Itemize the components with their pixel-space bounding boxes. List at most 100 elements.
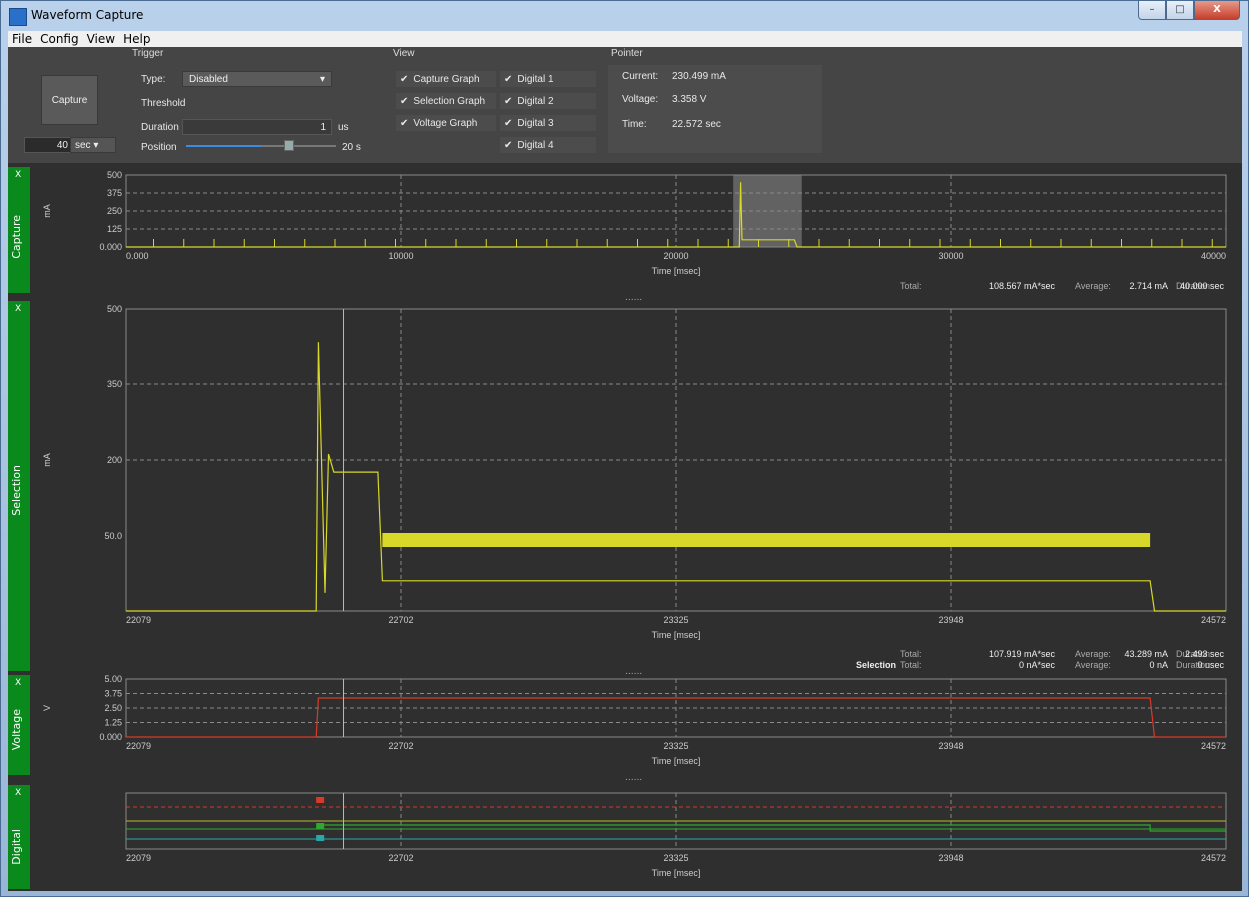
stats-average-label: Average: [1075,660,1111,670]
y-tick-label: 200 [107,455,122,465]
checkbox-label: Digital 2 [517,95,554,107]
checkbox-selection-graph[interactable]: ✔ Selection Graph [396,93,496,109]
x-tick-label: 20000 [663,251,688,261]
check-icon: ✔ [400,73,409,85]
x-tick-label: 22702 [388,741,413,751]
checkbox-digital-2[interactable]: ✔ Digital 2 [500,93,596,109]
digital-panel-title: Digital [10,829,23,865]
window-title: Waveform Capture [31,8,144,22]
y-unit-label: V [42,705,52,711]
digital-close-button[interactable]: X [15,788,21,798]
title-bar[interactable]: Waveform Capture – □ X [1,1,1248,31]
close-button[interactable]: X [1194,1,1240,20]
stats-average-label: Average: [1075,649,1111,659]
y-tick-label: 500 [107,170,122,180]
trigger-type-value: Disabled [189,74,228,85]
x-tick-label: 22079 [126,615,151,625]
y-tick-label: 3.75 [104,689,122,699]
y-tick-label: 375 [107,188,122,198]
x-tick-label: 24572 [1201,853,1226,863]
duration-unit-select[interactable]: sec ▾ [70,137,116,153]
selection-close-button[interactable]: X [15,304,21,314]
x-axis-label: Time [msec] [652,756,701,766]
stats-average-value: 43.289 mA [1124,649,1168,659]
checkbox-voltage-graph[interactable]: ✔ Voltage Graph [396,115,496,131]
stats-duration-value: 2.493 sec [1185,649,1225,659]
checkbox-digital-4[interactable]: ✔ Digital 4 [500,137,596,153]
menu-help[interactable]: Help [119,31,154,47]
capture-panel-side: X Capture [8,167,30,293]
checkbox-digital-1[interactable]: ✔ Digital 1 [500,71,596,87]
stats-total-value: 108.567 mA*sec [989,281,1056,291]
capture-close-button[interactable]: X [15,170,21,180]
selection-graph[interactable]: 500 350 200 50.0 22079 22702 23325 23948 24572 Ti… [30,301,1242,673]
y-tick-label: 0.000 [99,242,122,252]
capture-duration-input[interactable]: 40 [24,137,72,153]
x-tick-label: 22702 [388,853,413,863]
stats-duration-value: 40.000 sec [1180,281,1225,291]
splitter-handle[interactable]: ...... [625,773,642,783]
digital-marker [316,835,325,841]
y-tick-label: 2.50 [104,703,122,713]
pointer-time-value: 22.572 sec [672,119,721,130]
capture-button[interactable]: Capture [41,75,98,125]
trigger-type-select[interactable]: Disabled ▾ [182,71,332,87]
x-tick-label: 10000 [388,251,413,261]
minimize-button[interactable]: – [1138,1,1166,20]
voltage-graph[interactable]: 5.00 3.75 2.50 1.25 0.000 22079 22702 23325 2394… [30,675,1242,777]
y-tick-label: 1.25 [104,718,122,728]
stats-average-label: Average: [1075,281,1111,291]
capture-panel-title: Capture [10,215,23,259]
pointer-time-label: Time: [622,119,647,130]
stats-average-value: 0 nA [1149,660,1168,670]
check-icon: ✔ [504,73,513,85]
chevron-down-icon: ▾ [93,140,99,151]
x-tick-label: 22079 [126,741,151,751]
menu-view[interactable]: View [83,31,119,47]
trigger-group-label: Trigger [132,48,164,59]
checkbox-digital-3[interactable]: ✔ Digital 3 [500,115,596,131]
maximize-button[interactable]: □ [1166,1,1194,20]
position-slider-handle[interactable] [284,140,294,151]
position-label: Position [141,142,177,153]
position-slider-fill [186,145,261,147]
check-icon: ✔ [504,117,513,129]
pointer-readout: Current: 230.499 mA Voltage: 3.358 V Tim… [608,65,822,153]
checkbox-label: Voltage Graph [413,117,478,129]
x-tick-label: 24572 [1201,615,1226,625]
capture-graph[interactable]: 500 375 250 125 0.000 0.000 10000 20000 30000 400… [30,167,1242,297]
stats-total-label: Total: [900,281,922,291]
position-slider[interactable] [186,140,336,151]
y-tick-label: 0.000 [99,732,122,742]
checkbox-label: Capture Graph [413,73,480,85]
y-tick-label: 500 [107,304,122,314]
checkbox-label: Digital 1 [517,73,554,85]
pointer-voltage-value: 3.358 V [672,94,707,105]
x-tick-label: 23948 [938,853,963,863]
y-tick-label: 125 [107,224,122,234]
digital-graph[interactable]: 22079 22702 23325 23948 24572 Time [msec] [30,785,1242,889]
stats-total-value: 0 nA*sec [1019,660,1056,670]
x-tick-label: 40000 [1201,251,1226,261]
duration-unit-label: sec [75,140,91,151]
x-tick-label: 30000 [938,251,963,261]
stats-duration-value: 0 usec [1197,660,1224,670]
menu-config[interactable]: Config [36,31,83,47]
x-tick-label: 23948 [938,741,963,751]
stats-average-value: 2.714 mA [1129,281,1168,291]
menu-bar: File Config View Help [8,31,1242,47]
y-tick-label: 350 [107,379,122,389]
graphs-area: X Capture 500 375 250 125 0.000 0.000 10000 200… [8,163,1242,891]
x-tick-label: 22079 [126,853,151,863]
position-value: 20 s [342,142,361,153]
client-area: File Config View Help Trigger Capture 40… [8,31,1242,891]
trigger-duration-input[interactable]: 1 [182,119,332,135]
voltage-close-button[interactable]: X [15,678,21,688]
checkbox-label: Digital 3 [517,117,554,129]
x-axis-label: Time [msec] [652,630,701,640]
selection-panel-title: Selection [10,465,23,516]
menu-file[interactable]: File [8,31,36,47]
checkbox-capture-graph[interactable]: ✔ Capture Graph [396,71,496,87]
checkbox-label: Selection Graph [413,95,486,107]
digital-trace [324,824,1226,832]
